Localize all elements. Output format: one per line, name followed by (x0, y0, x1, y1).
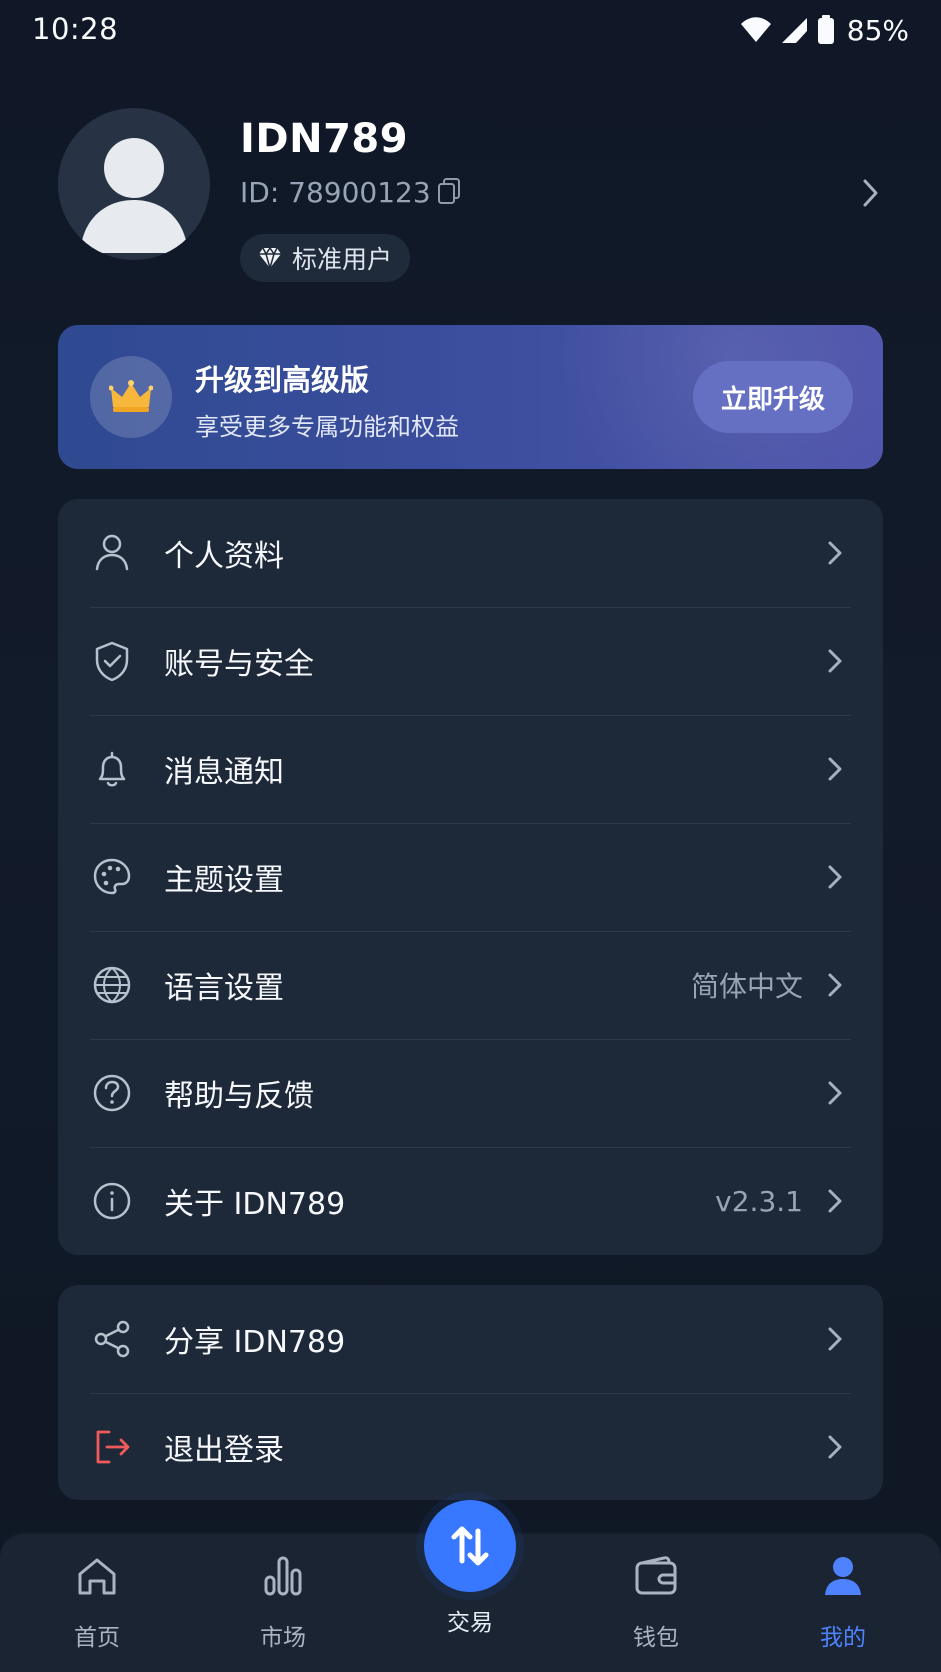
nav-market[interactable]: 市场 (223, 1552, 343, 1664)
palette-icon (93, 858, 131, 895)
settings-menu: 个人资料 账号与安全 消息通知 主题设置 语言设置 简体中文 帮助与反馈 关于 … (58, 499, 883, 1255)
avatar-placeholder-icon (80, 138, 188, 253)
status-icons: 85% (740, 12, 909, 48)
avatar[interactable] (58, 108, 210, 260)
chevron-right-icon (828, 1189, 842, 1213)
chevron-right-icon[interactable] (859, 176, 883, 210)
menu-label: 分享 IDN789 (164, 1325, 346, 1360)
chevron-right-icon (828, 649, 842, 673)
nav-label: 市场 (260, 1625, 306, 1651)
menu-label: 关于 IDN789 (164, 1187, 346, 1222)
nav-home[interactable]: 首页 (37, 1552, 157, 1664)
bottom-navigation: 首页 市场 交易 钱包 我的 (0, 1500, 941, 1672)
crown-icon (109, 380, 153, 412)
chevron-right-icon (828, 865, 842, 889)
bar-chart-icon (264, 1556, 302, 1596)
wallet-icon (635, 1556, 677, 1595)
menu-item-account-security[interactable]: 账号与安全 (58, 607, 883, 715)
swap-vertical-icon (451, 1526, 489, 1566)
menu-item-language[interactable]: 语言设置 简体中文 (58, 931, 883, 1039)
upgrade-now-button[interactable]: 立即升级 (693, 361, 853, 433)
chevron-right-icon (828, 1327, 842, 1351)
help-circle-icon (93, 1074, 131, 1112)
menu-item-profile[interactable]: 个人资料 (58, 499, 883, 607)
battery-icon (817, 15, 834, 44)
menu-label: 个人资料 (164, 539, 284, 574)
info-icon (93, 1182, 131, 1220)
menu-item-help-feedback[interactable]: 帮助与反馈 (58, 1039, 883, 1147)
copy-icon[interactable] (434, 176, 464, 206)
menu-item-theme[interactable]: 主题设置 (58, 823, 883, 931)
menu-label: 账号与安全 (164, 647, 314, 682)
chevron-right-icon (828, 541, 842, 565)
share-icon (94, 1320, 130, 1358)
menu-label: 主题设置 (164, 863, 284, 898)
upgrade-subtitle: 享受更多专属功能和权益 (195, 413, 459, 441)
nav-wallet[interactable]: 钱包 (596, 1552, 716, 1664)
upgrade-banner[interactable]: 升级到高级版 享受更多专属功能和权益 立即升级 (58, 325, 883, 469)
user-filled-icon (825, 1557, 861, 1595)
app-version: v2.3.1 (715, 1184, 803, 1218)
menu-label: 退出登录 (164, 1433, 284, 1468)
nav-label: 首页 (74, 1625, 120, 1651)
nav-label: 交易 (447, 1610, 493, 1636)
chevron-right-icon (828, 757, 842, 781)
battery-percentage: 85% (846, 13, 909, 47)
menu-label: 消息通知 (164, 755, 284, 790)
nav-trade[interactable]: 交易 (420, 1500, 520, 1636)
chevron-right-icon (828, 973, 842, 997)
user-icon (95, 534, 129, 571)
globe-icon (93, 966, 131, 1004)
status-bar: 10:28 85% (0, 0, 941, 60)
upgrade-title: 升级到高级版 (195, 363, 370, 397)
menu-item-logout[interactable]: 退出登录 (58, 1393, 883, 1500)
chevron-right-icon (828, 1081, 842, 1105)
profile-user-id: ID: 78900123 (240, 176, 431, 209)
badge-label: 标准用户 (292, 245, 393, 274)
signal-icon (781, 18, 807, 43)
profile-username: IDN789 (240, 116, 409, 162)
home-icon (78, 1558, 116, 1595)
menu-label: 帮助与反馈 (164, 1079, 314, 1114)
menu-label: 语言设置 (164, 971, 284, 1006)
language-value: 简体中文 (690, 970, 803, 1003)
diamond-icon (259, 247, 281, 269)
bell-icon (98, 751, 126, 787)
menu-item-about[interactable]: 关于 IDN789 v2.3.1 (58, 1147, 883, 1255)
status-time: 10:28 (32, 12, 119, 46)
wifi-icon (740, 17, 771, 42)
profile-header[interactable]: IDN789 ID: 78900123 标准用户 (58, 108, 883, 288)
nav-profile[interactable]: 我的 (783, 1552, 903, 1664)
menu-item-notifications[interactable]: 消息通知 (58, 715, 883, 823)
user-level-badge: 标准用户 (240, 234, 411, 282)
trade-button[interactable] (424, 1500, 516, 1592)
nav-label: 我的 (820, 1625, 866, 1651)
crown-badge (90, 356, 172, 438)
logout-icon (96, 1430, 130, 1464)
menu-item-share[interactable]: 分享 IDN789 (58, 1285, 883, 1393)
nav-label: 钱包 (633, 1625, 679, 1651)
chevron-right-icon (828, 1435, 842, 1459)
profile-screen: 10:28 85% IDN789 ID: 78900123 标准用户 升级到高级… (0, 0, 941, 1672)
shield-check-icon (95, 641, 129, 682)
account-actions-menu: 分享 IDN789 退出登录 (58, 1285, 883, 1500)
